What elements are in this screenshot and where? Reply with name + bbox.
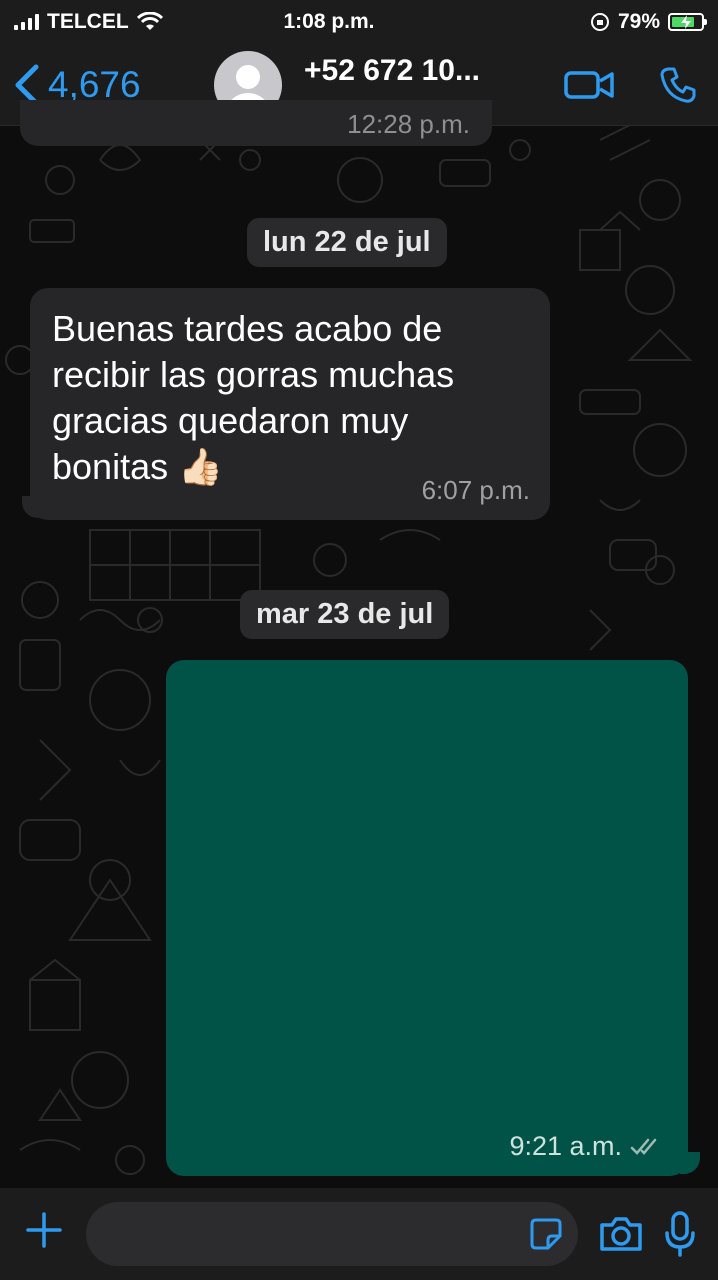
plus-icon[interactable] bbox=[22, 1210, 66, 1259]
double-check-icon bbox=[630, 1138, 657, 1155]
status-bar: TELCEL 1:08 p.m. 79% bbox=[0, 0, 718, 44]
incoming-message-bubble[interactable]: Buenas tardes acabo de recibir las gorra… bbox=[30, 288, 550, 520]
outgoing-message-time: 9:21 a.m. bbox=[509, 1131, 622, 1161]
carrier-label: TELCEL bbox=[47, 10, 129, 33]
microphone-icon[interactable] bbox=[664, 1211, 696, 1257]
message-input-bar bbox=[0, 1188, 718, 1280]
status-time: 1:08 p.m. bbox=[283, 10, 375, 33]
phone-call-icon[interactable] bbox=[658, 65, 698, 105]
outgoing-message-meta: 9:21 a.m. bbox=[509, 1131, 664, 1162]
date-separator: mar 23 de jul bbox=[240, 590, 450, 639]
message-input[interactable] bbox=[86, 1202, 578, 1266]
incoming-message-text: Buenas tardes acabo de recibir las gorra… bbox=[52, 308, 455, 487]
status-right: 79% bbox=[464, 10, 707, 34]
previous-message-bubble: 12:28 p.m. bbox=[20, 100, 492, 146]
battery-icon bbox=[668, 13, 707, 31]
camera-icon[interactable] bbox=[598, 1215, 644, 1253]
header-actions bbox=[564, 65, 704, 105]
date-separator: lun 22 de jul bbox=[247, 218, 447, 267]
contact-name[interactable]: +52 672 10... bbox=[304, 54, 480, 88]
message-input-wrap bbox=[86, 1202, 578, 1266]
signal-icon bbox=[14, 14, 39, 30]
sticker-icon[interactable] bbox=[530, 1218, 562, 1250]
orientation-lock-icon bbox=[590, 13, 609, 31]
battery-percent: 79% bbox=[617, 10, 660, 33]
incoming-message-time: 6:07 p.m. bbox=[421, 475, 530, 505]
outgoing-media-bubble[interactable]: 9:21 a.m. bbox=[166, 660, 688, 1176]
previous-message-time: 12:28 p.m. bbox=[347, 109, 470, 139]
wifi-icon bbox=[136, 12, 163, 30]
video-call-icon[interactable] bbox=[564, 69, 614, 101]
